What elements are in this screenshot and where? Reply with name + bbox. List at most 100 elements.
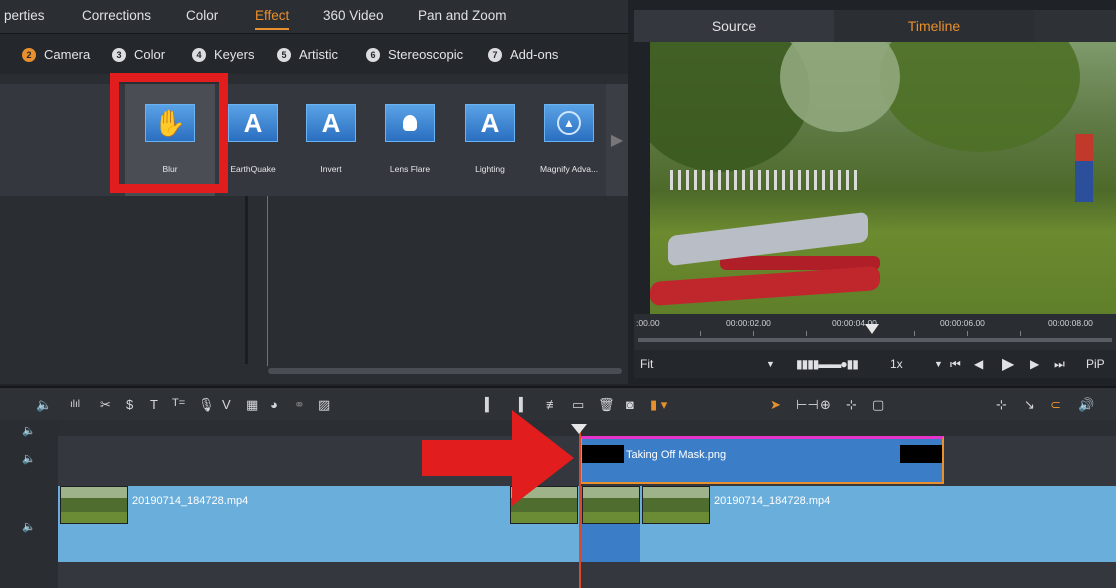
video-thumbnail — [60, 486, 128, 524]
marker-color-icon[interactable]: ▮ ▾ — [650, 397, 667, 413]
speaker-icon[interactable]: 🔈 — [0, 520, 58, 533]
chevron-down-icon[interactable]: ▼ — [934, 359, 943, 369]
color-icon[interactable]: ◕ — [270, 397, 278, 412]
slide-icon[interactable]: ⊹ — [846, 397, 857, 413]
ruler-tick — [806, 331, 807, 336]
clip-black-frame — [582, 445, 624, 463]
effect-magnify-advanced[interactable]: ▲ Magnify Adva... — [524, 84, 614, 196]
empty-track[interactable] — [58, 562, 1116, 588]
effect-lens-flare[interactable]: Lens Flare — [365, 84, 455, 196]
skip-to-start-icon[interactable]: ⏮ — [950, 357, 961, 372]
scrubber-track[interactable] — [638, 338, 1112, 342]
fit-dropdown[interactable]: Fit — [640, 357, 653, 371]
camera-icon[interactable]: ◙ — [626, 397, 634, 412]
preview-controls: Fit ▼ ▮▮▮▮▬▬●▮▮ 1x ▼ ⏮ ◀ ▶ ▶ ⏭ PiP — [634, 350, 1116, 378]
fence-shape — [670, 170, 860, 190]
child-figure — [1075, 134, 1093, 202]
effect-label: Lens Flare — [389, 164, 431, 174]
keyframe-line — [267, 196, 268, 366]
audio-meter-icon[interactable]: ılıl — [70, 399, 80, 410]
speaker-icon[interactable]: 🔈 — [36, 397, 52, 413]
tab-corrections[interactable]: Corrections — [82, 8, 151, 23]
scissors-icon[interactable]: ✂ — [100, 397, 111, 413]
category-artistic[interactable]: 5 Artistic — [277, 47, 338, 62]
category-keyers[interactable]: 4 Keyers — [192, 47, 254, 62]
ruler-tick — [967, 331, 968, 336]
tab-pan-and-zoom[interactable]: Pan and Zoom — [418, 8, 507, 23]
category-label: Stereoscopic — [388, 47, 464, 62]
zoom-fit-icon[interactable]: ⊹ — [996, 397, 1007, 413]
preview-ruler[interactable]: :00.00 00:00:02.00 00:00:04.00 00:00:06.… — [634, 314, 1116, 350]
ruler-tick — [914, 331, 915, 336]
skip-to-end-icon[interactable]: ⏭ — [1054, 357, 1065, 372]
tab-color[interactable]: Color — [186, 8, 218, 23]
volume-icon[interactable]: 🔊 — [1078, 397, 1094, 413]
number-badge: 4 — [192, 47, 206, 62]
panel-divider — [245, 196, 248, 364]
delete-icon[interactable]: 🗑 — [598, 397, 615, 413]
transition-icon[interactable]: V — [222, 397, 231, 412]
effect-lighting[interactable]: A Lighting — [445, 84, 535, 196]
timeline-playhead-line — [579, 426, 581, 588]
pip-button[interactable]: PiP — [1086, 357, 1105, 371]
category-camera[interactable]: 2 Camera — [22, 47, 90, 62]
effect-label: Invert — [320, 164, 342, 174]
scroll-right-button[interactable]: ▶ — [606, 84, 628, 196]
tab-properties[interactable]: perties — [4, 8, 45, 23]
effect-invert[interactable]: A Invert — [286, 84, 376, 196]
video-preview — [650, 42, 1116, 314]
category-label: Artistic — [299, 47, 338, 62]
video-thumbnail — [642, 486, 710, 524]
video-thumbnail — [582, 486, 640, 524]
grid-icon[interactable]: ▦ — [246, 397, 258, 413]
trim-icon[interactable]: ⊢⊣ — [796, 397, 819, 413]
tab-source[interactable]: Source — [634, 10, 834, 42]
number-badge: 2 — [22, 47, 36, 62]
category-color[interactable]: 3 Color — [112, 47, 165, 62]
video-clip-label: 20190714_184728.mp4 — [132, 495, 249, 507]
microphone-icon[interactable]: 🎙 — [198, 397, 215, 413]
track-headers: 🔈 🔈 🔈 — [0, 420, 58, 588]
auto-icon[interactable]: ↘ — [1024, 397, 1035, 413]
image-icon[interactable]: ▨ — [318, 397, 330, 413]
tab-timeline[interactable]: Timeline — [834, 10, 1034, 42]
horizontal-scrollbar[interactable] — [268, 368, 622, 374]
category-add-ons[interactable]: 7 Add-ons — [488, 47, 558, 62]
effect-a-icon: A — [306, 104, 356, 142]
speaker-icon[interactable]: 🔈 — [0, 424, 58, 437]
split-icon[interactable]: $ — [126, 397, 133, 412]
slip-icon[interactable]: ⊕ — [820, 397, 831, 413]
number-badge: 3 — [112, 47, 126, 62]
category-label: Color — [134, 47, 166, 62]
speed-dropdown[interactable]: 1x — [890, 357, 903, 371]
number-badge: 5 — [277, 47, 291, 62]
tab-360-video[interactable]: 360 Video — [323, 8, 384, 23]
step-back-icon[interactable]: ◀ — [974, 357, 983, 371]
playhead-marker[interactable] — [865, 324, 879, 334]
overlay-clip[interactable]: Taking Off Mask.png — [580, 436, 944, 484]
step-forward-icon[interactable]: ▶ — [1030, 357, 1039, 371]
ruler-tick — [1020, 331, 1021, 336]
title-icon[interactable]: T — [150, 397, 158, 412]
link-icon[interactable]: ⚭ — [294, 397, 305, 413]
timeline-ruler[interactable] — [58, 420, 1116, 436]
speaker-icon[interactable]: 🔈 — [0, 452, 58, 465]
select-tool-icon[interactable]: ➤ — [770, 397, 781, 413]
shuttle-control[interactable]: ▮▮▮▮▬▬●▮▮ — [796, 357, 859, 371]
clip-black-frame — [900, 445, 942, 463]
tab-effect[interactable]: Effect — [255, 8, 290, 30]
magnet-icon[interactable]: ⊂ — [1050, 397, 1061, 413]
lens-flare-icon — [385, 104, 435, 142]
subtitle-icon[interactable]: T= — [172, 397, 185, 409]
category-label: Add-ons — [510, 47, 559, 62]
overlay-clip-label: Taking Off Mask.png — [626, 449, 727, 461]
ruler-label: 00:00:02.00 — [726, 318, 771, 328]
chevron-down-icon[interactable]: ▼ — [766, 359, 775, 369]
category-stereoscopic[interactable]: 6 Stereoscopic — [366, 47, 463, 62]
ruler-label: :00.00 — [636, 318, 660, 328]
screen-icon[interactable]: ▢ — [872, 397, 884, 413]
ruler-label: 00:00:08.00 — [1048, 318, 1093, 328]
play-icon[interactable]: ▶ — [1002, 354, 1014, 374]
bench-shape — [650, 265, 880, 307]
effect-a-icon: A — [228, 104, 278, 142]
